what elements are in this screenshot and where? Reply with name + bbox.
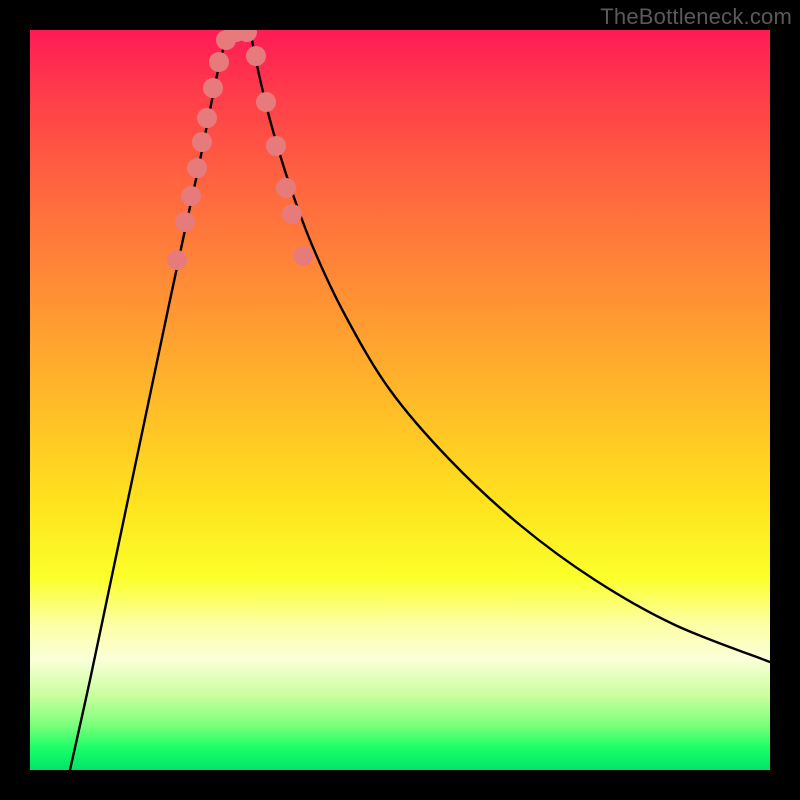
- data-dot: [192, 132, 212, 152]
- data-dot: [256, 92, 276, 112]
- data-dot: [282, 204, 302, 224]
- watermark-text: TheBottleneck.com: [600, 4, 792, 30]
- curve-layer: [70, 30, 770, 770]
- data-dot: [187, 158, 207, 178]
- data-dot: [175, 212, 195, 232]
- data-dot: [197, 108, 217, 128]
- data-dot: [276, 178, 296, 198]
- data-dot: [266, 136, 286, 156]
- chart-frame: TheBottleneck.com: [0, 0, 800, 800]
- chart-svg: [30, 30, 770, 770]
- data-dot: [181, 186, 201, 206]
- curve-right-curve: [250, 30, 770, 662]
- data-dot: [203, 78, 223, 98]
- dots-layer: [167, 30, 313, 270]
- data-dot: [167, 250, 187, 270]
- plot-area: [30, 30, 770, 770]
- data-dot: [209, 52, 229, 72]
- data-dot: [293, 246, 313, 266]
- data-dot: [246, 46, 266, 66]
